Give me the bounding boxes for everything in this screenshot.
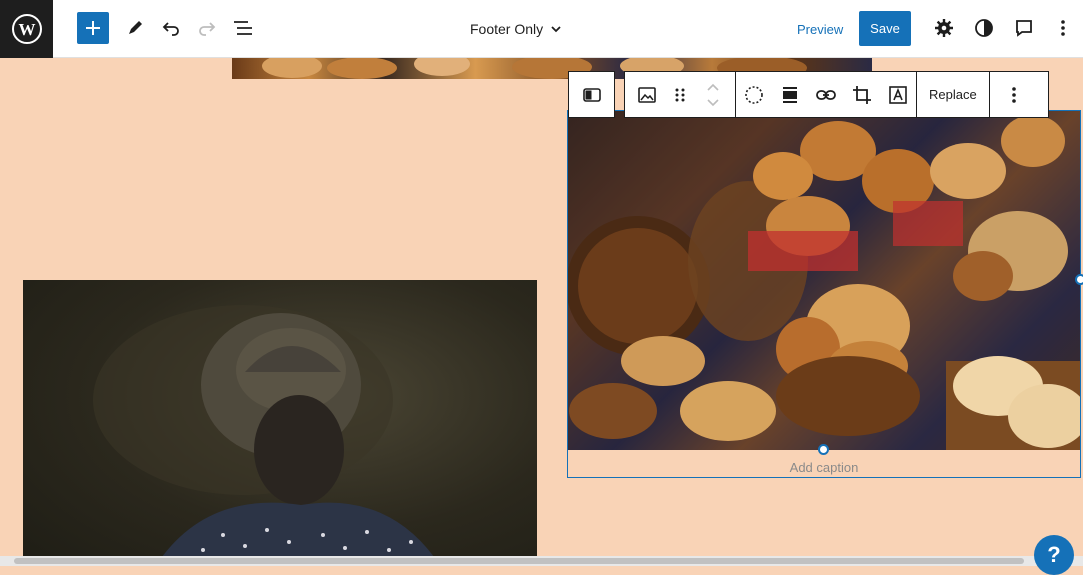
editor-canvas[interactable]: Add caption Replace — [0, 58, 1083, 566]
drag-handle[interactable] — [669, 72, 691, 117]
styles-button[interactable] — [970, 14, 998, 42]
move-block-controls[interactable] — [691, 72, 735, 117]
undo-icon — [162, 22, 179, 36]
text-overlay-button[interactable] — [880, 72, 916, 117]
half-circle-icon — [975, 19, 993, 37]
crop-button[interactable] — [844, 72, 880, 117]
pencil-icon — [129, 21, 142, 34]
svg-text:W: W — [18, 20, 35, 39]
help-icon: ? — [1047, 542, 1061, 567]
list-view-button[interactable] — [229, 14, 257, 42]
image-caption-placeholder[interactable]: Add caption — [568, 460, 1080, 475]
more-vertical-icon — [1011, 86, 1016, 103]
chevron-down-icon — [551, 26, 561, 33]
add-block-button[interactable] — [77, 12, 109, 44]
selected-image-block[interactable]: Add caption — [567, 110, 1083, 478]
wordpress-logo-button[interactable]: W — [0, 0, 53, 58]
replace-button[interactable]: Replace — [917, 72, 989, 117]
preview-button[interactable]: Preview — [789, 12, 851, 46]
scrollbar-thumb[interactable] — [14, 558, 1024, 564]
document-title: Footer Only — [470, 21, 544, 37]
editor-top-bar: W Footer Only Preview Save — [0, 0, 1083, 58]
redo-icon — [199, 22, 216, 36]
duotone-button[interactable] — [736, 72, 772, 117]
horizontal-scrollbar[interactable] — [0, 556, 1083, 566]
tools-button[interactable] — [121, 14, 149, 42]
block-parent-toolbar — [568, 71, 615, 118]
right-resize-handle[interactable] — [1075, 274, 1083, 285]
link-icon — [816, 89, 836, 100]
text-overlay-icon — [889, 85, 907, 104]
wordpress-logo-icon: W — [11, 14, 42, 44]
options-button[interactable] — [1049, 14, 1077, 42]
undo-button[interactable] — [157, 14, 185, 42]
align-button[interactable] — [772, 72, 808, 117]
columns-block-icon — [582, 87, 601, 102]
more-vertical-icon — [1061, 20, 1065, 36]
list-view-icon — [234, 21, 252, 35]
document-title-dropdown[interactable]: Footer Only — [470, 17, 563, 41]
block-options-button[interactable] — [990, 72, 1038, 117]
man-in-hat-image[interactable] — [23, 280, 537, 566]
settings-button[interactable] — [930, 14, 958, 42]
drag-handle-icon — [675, 88, 685, 101]
duotone-icon — [745, 85, 763, 104]
align-icon — [783, 86, 797, 103]
bottom-resize-handle[interactable] — [818, 444, 829, 455]
comments-button[interactable] — [1010, 14, 1038, 42]
link-button[interactable] — [808, 72, 844, 117]
image-block-toolbar: Replace — [624, 71, 1049, 118]
bread-basket-image[interactable] — [568, 111, 1080, 450]
gear-icon — [935, 19, 953, 37]
chevron-up-down-icon — [707, 83, 719, 106]
redo-button[interactable] — [193, 14, 221, 42]
image-icon — [638, 86, 656, 103]
block-type-button[interactable] — [625, 72, 669, 117]
comment-icon — [1016, 20, 1032, 37]
save-button[interactable]: Save — [859, 11, 911, 46]
help-button[interactable]: ? — [1034, 535, 1074, 575]
crop-icon — [853, 85, 871, 104]
plus-icon — [86, 21, 100, 35]
select-parent-button[interactable] — [569, 72, 614, 117]
